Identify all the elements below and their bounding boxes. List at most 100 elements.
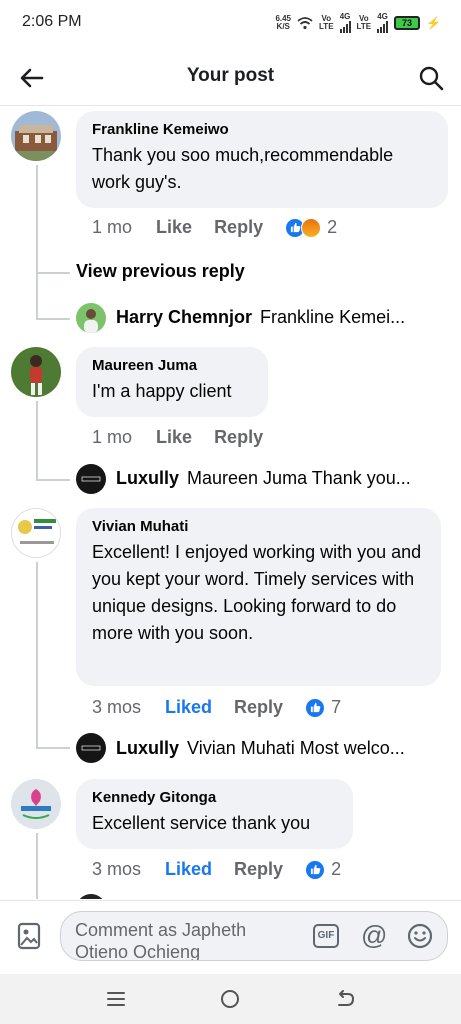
reply-preview[interactable]: Luxully Maureen Juma Thank you... <box>116 468 411 489</box>
reply-snippet: Maureen Juma Thank you... <box>187 468 411 488</box>
comment-composer: Comment as Japheth Otieno Ochieng GIF @ <box>0 900 461 974</box>
system-back-button[interactable] <box>332 986 358 1012</box>
wifi-icon <box>297 17 313 30</box>
reply-author[interactable]: Luxully <box>116 468 179 489</box>
sim1-label: Vo LTE <box>319 14 334 31</box>
sim1-signal: 4G <box>339 13 351 33</box>
reply-button[interactable]: Reply <box>234 697 283 718</box>
reactions[interactable]: 7 <box>305 697 341 718</box>
reply-snippet: Frankline Kemei... <box>260 307 406 327</box>
thread-line <box>36 833 38 899</box>
reaction-count: 2 <box>327 217 338 237</box>
back-icon <box>338 990 355 1006</box>
like-reaction-icon <box>305 859 326 880</box>
battery-indicator: 73 <box>394 16 421 30</box>
home-icon <box>221 990 239 1008</box>
comment-actions: 1 mo Like Reply <box>92 427 285 448</box>
gif-button[interactable]: GIF <box>313 924 339 948</box>
avatar-maureen[interactable] <box>11 347 61 397</box>
signal-bars-icon <box>339 21 351 33</box>
sim2-label: Vo LTE <box>356 14 372 31</box>
comment-actions: 3 mos Liked Reply 2 <box>92 859 341 880</box>
sim2-signal: 4G <box>377 13 389 33</box>
avatar-kennedy[interactable] <box>11 779 61 829</box>
home-button[interactable] <box>217 986 243 1012</box>
liked-button[interactable]: Liked <box>165 697 212 718</box>
system-nav-bar <box>0 974 461 1024</box>
avatar-frankline[interactable] <box>11 111 61 161</box>
reaction-count: 7 <box>331 697 342 717</box>
status-icons: 6.45 K/S Vo LTE 4G Vo LTE 4G 73 ⚡ <box>275 13 441 33</box>
emoji-button[interactable] <box>406 922 434 950</box>
comment-text: Excellent! I enjoyed working with you an… <box>92 542 422 643</box>
comment-placeholder: Comment as Japheth Otieno Ochieng <box>75 920 247 961</box>
thread-branch <box>36 479 70 481</box>
comment-actions: 3 mos Liked Reply 7 <box>92 697 341 718</box>
top-app-bar: Your post <box>0 50 461 106</box>
network-speed: 6.45 K/S <box>275 14 292 31</box>
person-photo-icon <box>76 303 106 333</box>
reply-button[interactable]: Reply <box>214 427 263 448</box>
comment-bubble[interactable]: Maureen Juma I'm a happy client <box>76 347 268 417</box>
menu-icon <box>107 992 125 1006</box>
photo-button[interactable] <box>16 921 44 951</box>
search-button[interactable] <box>415 62 447 94</box>
signal-bars-icon <box>377 21 389 33</box>
comment-bubble[interactable]: Frankline Kemeiwo Thank you soo much,rec… <box>76 111 448 208</box>
avatar-luxully[interactable] <box>76 464 106 494</box>
thread-line <box>36 401 38 481</box>
thread-branch <box>36 272 70 274</box>
comment-text: I'm a happy client <box>92 381 232 401</box>
reply-author[interactable]: Luxully <box>116 738 179 759</box>
reply-snippet: Vivian Muhati Most welco... <box>187 738 405 758</box>
emoji-icon <box>407 923 433 949</box>
mention-button[interactable]: @ <box>361 920 387 950</box>
thread-branch <box>36 747 70 749</box>
building-photo-icon <box>11 111 61 161</box>
comment-text: Thank you soo much,recommendable work gu… <box>92 145 394 192</box>
thread-line <box>36 165 38 320</box>
avatar-harry[interactable] <box>76 303 106 333</box>
liked-button[interactable]: Liked <box>165 859 212 880</box>
comments-list: Frankline Kemeiwo Thank you soo much,rec… <box>0 107 461 899</box>
comment-bubble[interactable]: Vivian Muhati Excellent! I enjoyed worki… <box>76 508 441 686</box>
brand-logo-icon <box>76 733 106 763</box>
like-button[interactable]: Like <box>156 427 192 448</box>
reply-button[interactable]: Reply <box>214 217 263 238</box>
reply-preview[interactable]: Luxully Vivian Muhati Most welco... <box>116 738 405 759</box>
comment-author[interactable]: Maureen Juma <box>92 357 252 374</box>
photo-icon <box>17 922 41 950</box>
brand-logo-icon <box>76 464 106 494</box>
avatar-partial[interactable] <box>76 894 106 899</box>
reply-button[interactable]: Reply <box>234 859 283 880</box>
like-button[interactable]: Like <box>156 217 192 238</box>
recents-button[interactable] <box>103 986 129 1012</box>
comment-actions: 1 mo Like Reply 2 <box>92 217 337 238</box>
comment-time[interactable]: 3 mos <box>92 697 141 718</box>
reply-author[interactable]: Harry Chemnjor <box>116 307 252 328</box>
status-time: 2:06 PM <box>22 13 82 30</box>
comment-time[interactable]: 1 mo <box>92 427 132 448</box>
comment-author[interactable]: Frankline Kemeiwo <box>92 121 432 138</box>
comment-time[interactable]: 1 mo <box>92 217 132 238</box>
view-previous-reply[interactable]: View previous reply <box>76 261 245 282</box>
charging-icon: ⚡ <box>426 16 441 30</box>
reply-preview[interactable]: Harry Chemnjor Frankline Kemei... <box>116 307 405 328</box>
comment-bubble[interactable]: Kennedy Gitonga Excellent service thank … <box>76 779 353 849</box>
thread-branch <box>36 318 70 320</box>
comment-text: Excellent service thank you <box>92 813 311 833</box>
comment-author[interactable]: Vivian Muhati <box>92 518 425 535</box>
brand-logo-icon <box>11 779 61 829</box>
status-bar: 2:06 PM 6.45 K/S Vo LTE 4G Vo LTE 4G 73 … <box>0 0 461 44</box>
avatar-luxully[interactable] <box>76 733 106 763</box>
like-reaction-icon <box>305 697 326 718</box>
reaction-count: 2 <box>331 859 342 879</box>
angry-reaction-icon <box>301 217 322 238</box>
thread-line <box>36 562 38 749</box>
comment-input[interactable]: Comment as Japheth Otieno Ochieng GIF @ <box>60 911 448 961</box>
comment-author[interactable]: Kennedy Gitonga <box>92 789 337 806</box>
comment-time[interactable]: 3 mos <box>92 859 141 880</box>
avatar-vivian[interactable] <box>11 508 61 558</box>
reactions[interactable]: 2 <box>305 859 341 880</box>
reactions[interactable]: 2 <box>285 217 337 238</box>
